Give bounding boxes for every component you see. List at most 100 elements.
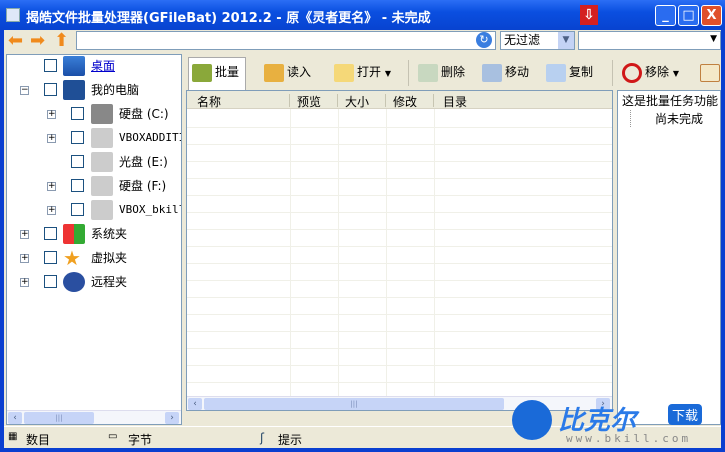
expand-icon[interactable]: + [20,254,29,263]
watermark-logo: 比克尔 下载 www.bkill.com [508,400,723,450]
address-input[interactable] [76,31,496,50]
batch-button[interactable]: 批量 [192,62,239,82]
up-arrow-icon[interactable]: ⬆ [54,32,69,50]
recycle-bin-icon [418,63,438,82]
remove-button[interactable]: 移除 ▼ [622,62,679,83]
read-button[interactable]: 读入 [264,62,311,82]
window-title: 揭皓文件批量处理器(GFileBat) 2012.2 - 原《灵者更名》 - 未… [26,11,431,26]
forward-arrow-icon[interactable]: ➡ [30,32,45,50]
chevron-down-icon: ▼ [384,69,391,78]
checkbox[interactable] [71,179,84,192]
row-gridline [187,382,612,383]
expand-icon[interactable]: + [47,182,56,191]
column-modified[interactable]: 修改 [393,93,417,110]
button-label: 删除 [441,65,466,79]
chevron-down-icon[interactable]: ▼ [558,32,574,49]
filter-select[interactable]: 无过滤 ▼ [500,31,575,50]
tree-label: 我的电脑 [91,83,140,97]
checkbox[interactable] [71,203,84,216]
chevron-down-icon: ▼ [710,34,717,44]
chevron-down-icon: ▼ [672,69,679,78]
ftp-icon [63,272,85,292]
column-size[interactable]: 大小 [345,93,369,110]
move-button[interactable]: 移动 [482,62,529,82]
column-name[interactable]: 名称 [197,93,221,110]
ruler-icon: ▭ [108,431,118,442]
button-label: 移除 [645,65,670,79]
hint-icon: ʃ [260,431,265,445]
checkbox[interactable] [71,155,84,168]
checkbox[interactable] [71,131,84,144]
separator [408,60,409,86]
column-preview[interactable]: 预览 [297,93,321,110]
close-button[interactable]: X [701,5,722,26]
tree-item-drive-f[interactable]: + 硬盘 (F:) [7,175,181,197]
row-gridline [187,127,612,128]
address-bar: ⬅ ➡ ⬆ ↻ 无过滤 ▼ ▼ [4,30,721,52]
row-gridline [187,195,612,196]
checkbox[interactable] [44,59,57,72]
list-header: 名称 预览 大小 修改 目录 [187,91,612,109]
download-arrow-icon[interactable]: ⇩ [580,5,598,25]
status-bytes: 字节 [128,433,153,447]
clipboard-button[interactable] [700,62,723,82]
refresh-icon[interactable]: ↻ [476,32,492,48]
minimize-button[interactable]: _ [655,5,676,26]
expand-icon[interactable]: + [47,110,56,119]
toolbar: 批量 读入 打开 ▼ 删除 移动 复制 移除 ▼ [186,54,721,90]
tree-item-remote[interactable]: + 远程夹 [7,271,181,293]
tree-item-virtual[interactable]: + ★ 虚拟夹 [7,247,181,269]
tree-label: 远程夹 [91,275,128,289]
maximize-button[interactable]: □ [678,5,699,26]
copy-icon [546,63,566,82]
delete-button[interactable]: 删除 [418,62,465,82]
open-button[interactable]: 打开 ▼ [334,62,391,82]
row-gridline [187,144,612,145]
tree-item-vboxadditions[interactable]: + VBOXADDITIO [7,127,181,149]
task-title[interactable]: 这是批量任务功能 [618,91,720,110]
tree-item-vbox-bkill[interactable]: + VBOX_bkill [7,199,181,221]
file-list[interactable]: 名称 预览 大小 修改 目录 ‹ ||| › [186,90,613,411]
expand-icon[interactable]: + [47,134,56,143]
search-folder-icon [264,63,284,82]
row-gridline [187,314,612,315]
drive-icon [91,200,113,220]
secondary-combo[interactable]: ▼ [578,31,721,50]
button-label: 移动 [505,65,530,79]
row-gridline [187,348,612,349]
task-panel: 这是批量任务功能 尚未完成 [617,90,721,425]
drive-icon [91,152,113,172]
tree-item-system[interactable]: + 系统夹 [7,223,181,245]
checkbox[interactable] [44,275,57,288]
expand-icon[interactable]: + [47,206,56,215]
checkbox[interactable] [44,227,57,240]
row-gridline [187,178,612,179]
drive-icon [91,176,113,196]
watermark-url: www.bkill.com [566,432,692,445]
tree-label: 桌面 [91,59,116,73]
separator [612,60,613,86]
column-directory[interactable]: 目录 [443,93,467,110]
tree-horizontal-scrollbar[interactable]: ‹ ||| › [7,410,181,424]
computer-icon [63,80,85,100]
tree-item-desktop[interactable]: 桌面 [7,55,181,77]
back-arrow-icon[interactable]: ⬅ [8,32,23,50]
tree-item-my-computer[interactable]: − 我的电脑 [7,79,181,101]
expand-icon[interactable]: + [20,278,29,287]
windows-icon [63,224,85,244]
checkbox[interactable] [71,107,84,120]
collapse-icon[interactable]: − [20,86,29,95]
watermark-download: 下载 [668,404,703,425]
checkbox[interactable] [44,251,57,264]
checkbox[interactable] [44,83,57,96]
copy-button[interactable]: 复制 [546,62,593,82]
expand-icon[interactable]: + [20,230,29,239]
folder-icon [334,63,354,82]
tree-label: 光盘 (E:) [119,155,168,169]
tree-item-drive-e[interactable]: 光盘 (E:) [7,151,181,173]
task-child[interactable]: 尚未完成 [630,110,720,127]
tree-label: 硬盘 (C:) [119,107,169,121]
main-frame: ⬅ ➡ ⬆ ↻ 无过滤 ▼ ▼ 桌面 − 我的电脑 + 硬盘 (C:) + VBOXAD… [4,30,721,448]
tree-item-drive-c[interactable]: + 硬盘 (C:) [7,103,181,125]
row-gridline [187,212,612,213]
